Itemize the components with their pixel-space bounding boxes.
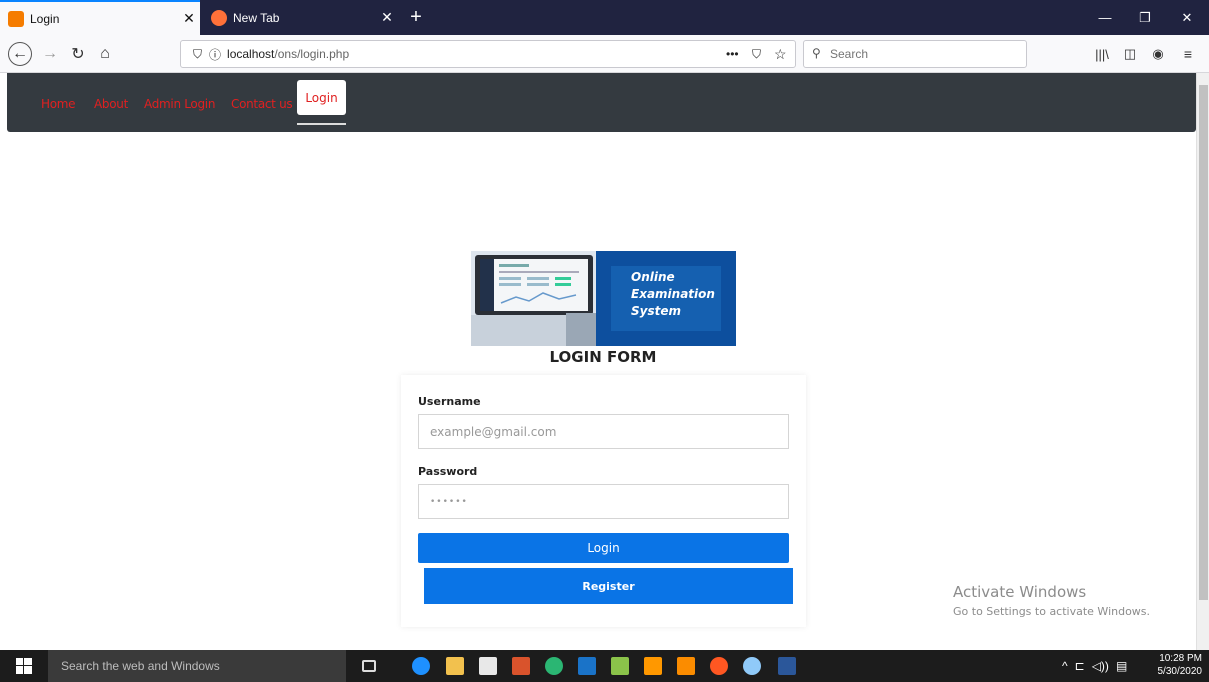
app-icon[interactable] <box>578 657 596 675</box>
scrollbar-thumb[interactable] <box>1199 85 1208 600</box>
banner-line-2: Examination <box>631 287 715 301</box>
system-clock[interactable]: 10:28 PM 5/30/2020 <box>1150 652 1203 678</box>
register-button[interactable]: Register <box>424 568 793 604</box>
tab-new-tab[interactable]: New Tab ✕ <box>203 0 398 35</box>
activate-windows-watermark: Activate Windows Go to Settings to activ… <box>953 583 1150 618</box>
nav-contact-link[interactable]: Contact us <box>231 97 293 111</box>
file-explorer-icon[interactable] <box>446 657 464 675</box>
chevron-up-icon[interactable]: ^ <box>1062 659 1068 673</box>
active-underline <box>297 123 346 125</box>
shield-icon: ⛉ <box>193 46 203 61</box>
close-tab-icon[interactable]: ✕ <box>178 10 200 27</box>
reload-button[interactable]: ↻ <box>66 42 90 66</box>
system-tray: ^ ⊏ ◁)) ▤ <box>1062 650 1127 682</box>
clock-time: 10:28 PM <box>1159 653 1202 664</box>
nav-admin-login-link[interactable]: Admin Login <box>144 97 215 111</box>
sublime-text-icon[interactable] <box>644 657 662 675</box>
notepad-icon[interactable] <box>611 657 629 675</box>
minimize-button[interactable]: — <box>1085 0 1125 35</box>
windows-taskbar: Search the web and Windows ^ ⊏ ◁)) ▤ 10:… <box>0 650 1209 682</box>
account-icon[interactable]: ◉ <box>1146 42 1170 66</box>
restore-button[interactable]: ❐ <box>1125 0 1165 35</box>
start-button[interactable] <box>0 650 48 682</box>
home-button[interactable]: ⌂ <box>93 42 117 66</box>
menu-icon[interactable]: ≡ <box>1176 42 1200 66</box>
library-icon[interactable]: |||\ <box>1090 42 1114 66</box>
username-input[interactable]: example@gmail.com <box>418 414 789 449</box>
site-navbar: Home About Admin Login Contact us Login <box>7 73 1196 132</box>
clock-date: 5/30/2020 <box>1157 666 1203 677</box>
info-icon: ⓘ <box>209 47 222 62</box>
notification-icon[interactable]: ▤ <box>1116 659 1127 673</box>
new-tab-button[interactable]: + <box>400 0 432 35</box>
task-view-icon[interactable] <box>362 660 376 672</box>
sidebar-icon[interactable]: ◫ <box>1118 42 1142 66</box>
bookmark-star-icon[interactable]: ☆ <box>774 46 787 63</box>
xampp-icon[interactable] <box>677 657 695 675</box>
url-bar[interactable]: ⛉ ⓘ localhost/ons/login.php ••• ⛉ ☆ <box>180 40 796 68</box>
password-input[interactable]: •••••• <box>418 484 789 519</box>
close-tab-icon[interactable]: ✕ <box>376 9 398 26</box>
tab-title: New Tab <box>233 10 280 25</box>
back-button[interactable]: ← <box>8 42 32 66</box>
page-scrollbar[interactable] <box>1196 73 1209 650</box>
close-window-button[interactable]: ✕ <box>1167 0 1207 35</box>
nav-login-link[interactable]: Login <box>297 80 346 115</box>
url-host: localhost <box>227 47 275 61</box>
watermark-title: Activate Windows <box>953 583 1087 601</box>
search-input[interactable] <box>803 40 1027 68</box>
tab-login[interactable]: Login ✕ <box>0 0 200 35</box>
watermark-subtitle: Go to Settings to activate Windows. <box>953 605 1151 618</box>
page-viewport: Home About Admin Login Contact us Login <box>0 73 1196 650</box>
tab-title: Login <box>30 11 60 26</box>
taskbar-search-box[interactable]: Search the web and Windows <box>48 650 346 682</box>
url-path: /ons/login.php <box>274 47 350 61</box>
nav-about-link[interactable]: About <box>94 97 128 111</box>
windows-logo-icon <box>16 658 32 674</box>
banner-line-1: Online <box>631 270 675 284</box>
paint-icon[interactable] <box>743 657 761 675</box>
maps-icon[interactable] <box>545 657 563 675</box>
login-button[interactable]: Login <box>418 533 789 563</box>
search-icon: ⚲ <box>812 46 821 60</box>
firefox-favicon-icon <box>211 9 227 26</box>
page-actions-icon[interactable]: ••• <box>726 47 739 61</box>
edge-icon[interactable] <box>412 657 430 675</box>
nav-home-link[interactable]: Home <box>41 97 76 111</box>
navigation-toolbar: ← → ↻ ⌂ ⛉ ⓘ localhost/ons/login.php ••• … <box>0 35 1209 73</box>
forward-button[interactable]: → <box>38 42 62 66</box>
username-label: Username <box>418 395 481 408</box>
network-icon[interactable]: ⊏ <box>1075 659 1085 673</box>
xampp-favicon-icon <box>8 10 24 27</box>
tab-strip: Login ✕ New Tab ✕ + — ❐ ✕ <box>0 0 1209 35</box>
word-icon[interactable] <box>778 657 796 675</box>
volume-icon[interactable]: ◁)) <box>1092 659 1109 673</box>
password-label: Password <box>418 465 478 478</box>
store-icon[interactable] <box>479 657 497 675</box>
banner-text: Online Examination System <box>631 269 715 320</box>
banner-line-3: System <box>631 304 681 318</box>
firefox-icon[interactable] <box>710 657 728 675</box>
winrar-icon[interactable] <box>512 657 530 675</box>
form-title: LOGIN FORM <box>549 348 657 366</box>
banner-image: Online Examination System <box>471 251 736 346</box>
pocket-icon[interactable]: ⛉ <box>752 47 761 62</box>
